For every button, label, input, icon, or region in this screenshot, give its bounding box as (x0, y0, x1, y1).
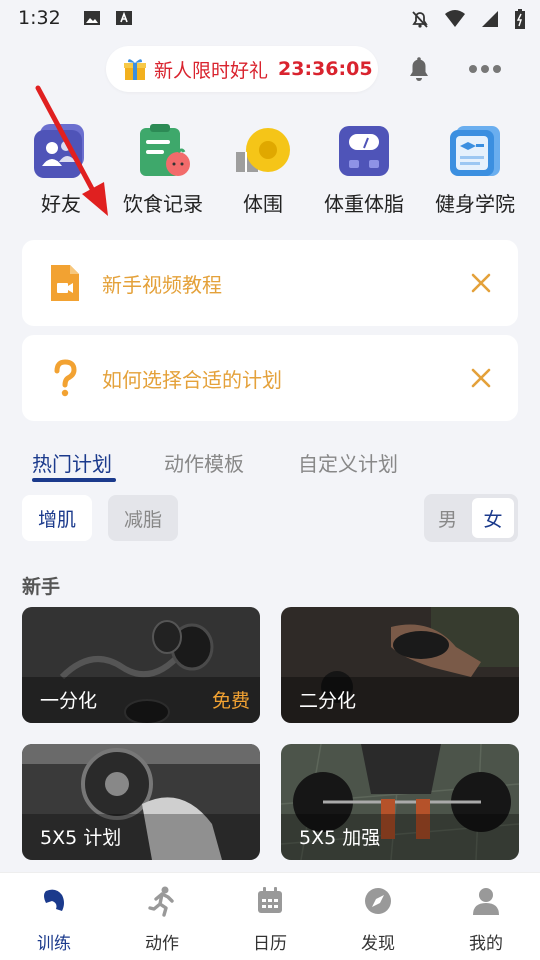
plan-title: 一分化 (40, 690, 98, 712)
nav-calendar[interactable]: 日历 (216, 885, 324, 954)
shortcut-fitness-academy[interactable]: 健身学院 (420, 118, 530, 217)
video-file-icon (51, 265, 79, 301)
status-time: 1:32 (18, 7, 61, 29)
close-icon[interactable] (468, 270, 494, 296)
plan-title: 5X5 计划 (40, 827, 122, 849)
tab-hot-plans[interactable]: 热门计划 (32, 448, 112, 477)
shortcut-label: 饮食记录 (123, 192, 203, 216)
plan-tile-5x5[interactable]: 5X5 计划 (22, 744, 260, 860)
card-text: 如何选择合适的计划 (102, 367, 282, 392)
bell-icon[interactable] (404, 54, 434, 84)
training-icon (44, 889, 64, 911)
beginner-video-card[interactable]: 新手视频教程 (22, 240, 518, 326)
question-icon (54, 359, 77, 397)
active-tab-indicator (32, 478, 116, 482)
filter-fat-loss[interactable]: 减脂 (108, 495, 178, 541)
gender-toggle: 男 女 (424, 494, 518, 542)
section-title: 新手 (22, 576, 61, 598)
nav-discover[interactable]: 发现 (324, 885, 432, 954)
tape-measure-icon (236, 128, 290, 172)
nav-actions[interactable]: 动作 (108, 885, 216, 954)
gender-male[interactable]: 男 (424, 494, 471, 542)
nav-label: 我的 (469, 934, 503, 954)
profile-icon (473, 888, 499, 915)
shortcut-body-measure[interactable]: 体围 (208, 118, 318, 217)
shortcut-weight-fat[interactable]: 体重体脂 (309, 118, 419, 217)
mute-bell-icon (412, 11, 428, 28)
shortcut-label: 体重体脂 (324, 192, 404, 216)
filter-muscle-gain[interactable]: 增肌 (22, 495, 92, 541)
nav-training[interactable]: 训练 (0, 885, 108, 954)
tab-action-templates[interactable]: 动作模板 (164, 448, 244, 477)
nav-label: 动作 (145, 934, 179, 954)
free-badge: 免费 (211, 690, 250, 712)
nav-profile[interactable]: 我的 (432, 885, 540, 954)
shortcut-row: 好友 饮食记录 体围 体重体脂 健身学院 (0, 118, 540, 218)
scale-icon (339, 126, 389, 176)
plan-tile-5x5-advanced[interactable]: 5X5 加强 (281, 744, 519, 860)
calendar-icon (258, 887, 282, 913)
promo-text: 新人限时好礼 (154, 59, 269, 82)
shortcut-label: 好友 (41, 192, 81, 216)
tab-custom-plans[interactable]: 自定义计划 (298, 448, 398, 477)
close-icon[interactable] (468, 365, 494, 391)
card-text: 新手视频教程 (102, 272, 222, 297)
nav-label: 日历 (253, 934, 287, 954)
friends-icon (34, 124, 84, 178)
battery-icon (515, 9, 525, 29)
shortcut-diet-record[interactable]: 饮食记录 (108, 118, 218, 217)
bottom-navigation: 训练 动作 日历 发现 我的 (0, 872, 540, 960)
plan-title: 二分化 (299, 690, 357, 712)
nav-label: 发现 (361, 934, 395, 954)
text-notification-icon (115, 11, 132, 25)
gender-female[interactable]: 女 (472, 498, 514, 538)
academy-icon (450, 126, 500, 176)
compass-icon (365, 888, 391, 914)
wifi-icon (445, 10, 465, 27)
gift-icon (124, 59, 146, 80)
shortcut-friends[interactable]: 好友 (6, 118, 116, 217)
plan-tile-two-split[interactable]: 二分化 (281, 607, 519, 723)
plan-tile-one-split[interactable]: 一分化 免费 (22, 607, 260, 723)
status-right (410, 8, 526, 30)
diet-record-icon (140, 124, 190, 176)
new-user-promo[interactable]: 新人限时好礼 23:36:05 (106, 46, 378, 92)
image-notification-icon (83, 11, 100, 25)
shortcut-label: 健身学院 (435, 192, 515, 216)
nav-label: 训练 (37, 934, 71, 954)
runner-icon (148, 886, 174, 917)
plan-title: 5X5 加强 (299, 827, 381, 849)
more-icon[interactable] (466, 58, 504, 80)
choose-plan-card[interactable]: 如何选择合适的计划 (22, 335, 518, 421)
signal-icon (482, 11, 498, 27)
shortcut-label: 体围 (243, 192, 283, 216)
promo-countdown: 23:36:05 (278, 58, 373, 80)
